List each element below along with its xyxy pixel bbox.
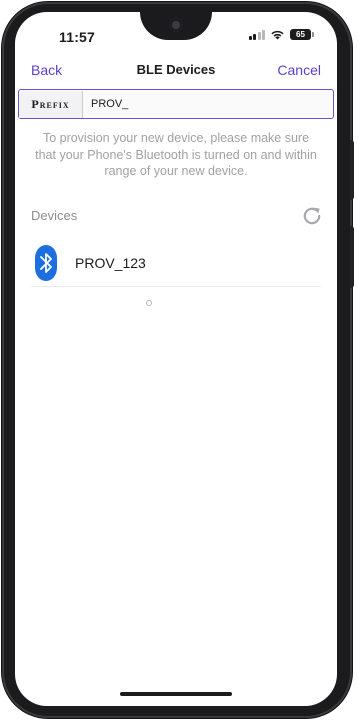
loading-indicator — [146, 300, 152, 306]
battery-icon: 65 — [290, 29, 314, 40]
navigation-bar: Back BLE Devices Cancel — [15, 62, 337, 90]
device-name: PROV_123 — [75, 255, 146, 271]
status-icons: 65 — [248, 29, 314, 40]
signal-icon — [248, 29, 265, 40]
home-indicator[interactable] — [120, 692, 232, 696]
back-button[interactable]: Back — [31, 62, 62, 78]
prefix-field: Prefix — [18, 89, 334, 119]
status-time: 11:57 — [59, 29, 96, 45]
provision-hint: To provision your new device, please mak… — [35, 131, 317, 178]
prefix-input[interactable] — [83, 92, 333, 116]
device-list-item[interactable]: PROV_123 — [31, 240, 321, 287]
screen: 11:57 65 Back BLE Devices Cancel Prefix … — [15, 12, 337, 706]
power-button — [350, 140, 354, 200]
volume-button — [350, 226, 354, 288]
camera-icon — [169, 18, 183, 32]
wifi-icon — [271, 30, 284, 40]
cancel-button[interactable]: Cancel — [277, 62, 321, 78]
bluetooth-icon — [35, 245, 57, 281]
devices-header: Devices — [31, 208, 78, 223]
refresh-icon[interactable] — [301, 205, 323, 227]
prefix-label: Prefix — [19, 90, 83, 118]
